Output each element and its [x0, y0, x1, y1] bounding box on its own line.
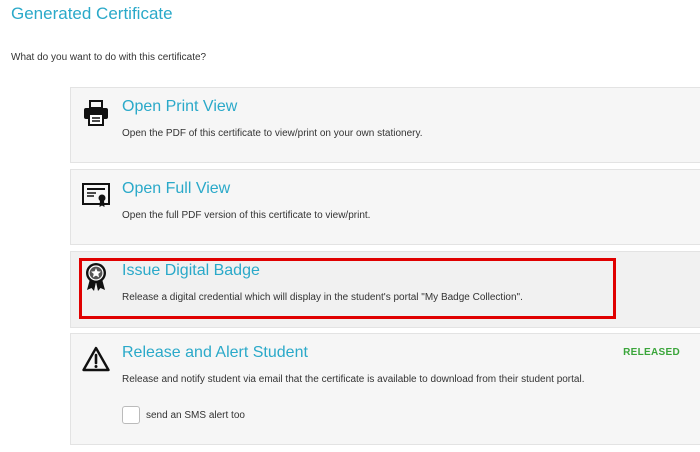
sms-alert-checkbox[interactable] [122, 406, 140, 424]
issue-digital-badge-description: Release a digital credential which will … [122, 292, 523, 303]
released-status-badge: RELEASED [623, 347, 680, 358]
page-title: Generated Certificate [11, 4, 173, 23]
printer-icon [81, 98, 111, 128]
release-and-alert-student-link[interactable]: Release and Alert Student [122, 344, 308, 362]
warning-icon [81, 344, 111, 374]
open-full-view-description: Open the full PDF version of this certif… [122, 210, 371, 221]
issue-digital-badge-link[interactable]: Issue Digital Badge [122, 262, 260, 280]
release-and-alert-student-description: Release and notify student via email tha… [122, 374, 585, 385]
open-print-view-description: Open the PDF of this certificate to view… [122, 128, 423, 139]
sms-alert-label: send an SMS alert too [146, 409, 245, 421]
option-issue-digital-badge[interactable]: Issue Digital Badge Release a digital cr… [70, 251, 700, 328]
option-release-and-alert-student[interactable]: Release and Alert Student RELEASED Relea… [70, 333, 700, 445]
option-open-print-view[interactable]: Open Print View Open the PDF of this cer… [70, 87, 700, 163]
open-full-view-link[interactable]: Open Full View [122, 180, 230, 198]
open-print-view-link[interactable]: Open Print View [122, 98, 237, 116]
option-open-full-view[interactable]: Open Full View Open the full PDF version… [70, 169, 700, 245]
badge-icon [81, 262, 111, 292]
certificate-icon [81, 180, 111, 210]
certificate-action-prompt: What do you want to do with this certifi… [11, 52, 207, 63]
sms-alert-option[interactable]: send an SMS alert too [122, 406, 245, 424]
